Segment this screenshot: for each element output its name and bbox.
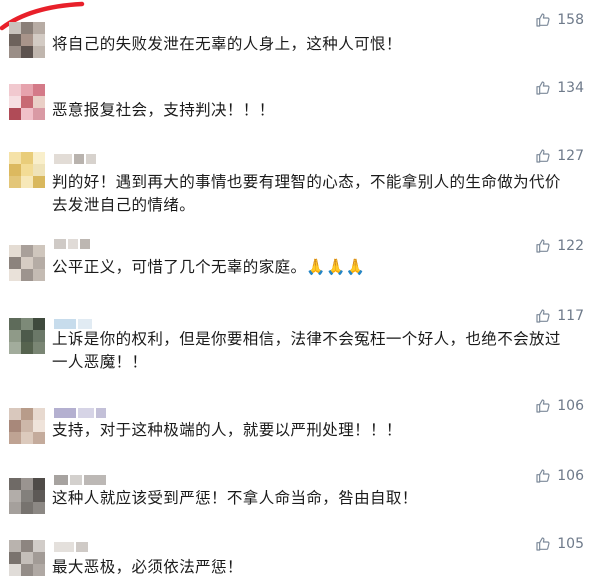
username-blurred[interactable] [54,475,106,485]
avatar[interactable] [9,318,45,354]
thumbs-up-icon [535,12,551,28]
like-button[interactable]: 122 [535,238,584,254]
like-button[interactable]: 117 [535,308,584,324]
like-button[interactable]: 106 [535,468,584,484]
comment-text: 最大恶极，必须依法严惩！ [52,558,243,576]
username-blurred[interactable] [54,154,96,164]
thumbs-up-icon [535,238,551,254]
avatar[interactable] [9,245,45,281]
comment-text: 将自己的失败发泄在无辜的人身上，这种人可恨！ [52,35,402,53]
like-button[interactable]: 105 [535,536,584,552]
like-count: 106 [557,398,584,414]
comment-text: 公平正义，可惜了几个无辜的家庭。🙏🙏🙏 [52,258,366,276]
comment-text: 判的好！遇到再大的事情也要有理智的心态，不能拿别人的生命做为代价去发泄自己的情绪… [52,173,561,214]
like-count: 122 [557,238,584,254]
like-button[interactable]: 127 [535,148,584,164]
avatar[interactable] [9,540,45,576]
username-blurred[interactable] [54,239,90,249]
username-blurred[interactable] [54,542,88,552]
thumbs-up-icon [535,80,551,96]
comment-text: 恶意报复社会，支持判决！！！ [52,101,275,119]
comment-text: 支持，对于这种极端的人，就要以严刑处理！！！ [52,421,402,439]
avatar[interactable] [9,408,45,444]
thumbs-up-icon [535,398,551,414]
like-count: 106 [557,468,584,484]
like-count: 127 [557,148,584,164]
avatar[interactable] [9,478,45,514]
thumbs-up-icon [535,536,551,552]
comment-text: 这种人就应该受到严惩！不拿人命当命，咎由自取！ [52,489,418,507]
avatar[interactable] [9,152,45,188]
thumbs-up-icon [535,148,551,164]
like-count: 105 [557,536,584,552]
comment-text: 上诉是你的权利，但是你要相信，法律不会冤枉一个好人，也绝不会放过一人恶魔！！ [52,330,561,371]
like-count: 158 [557,12,584,28]
username-blurred[interactable] [54,408,106,418]
like-count: 117 [557,308,584,324]
like-button[interactable]: 134 [535,80,584,96]
avatar[interactable] [9,22,45,58]
like-count: 134 [557,80,584,96]
like-button[interactable]: 106 [535,398,584,414]
thumbs-up-icon [535,308,551,324]
like-button[interactable]: 158 [535,12,584,28]
avatar[interactable] [9,84,45,120]
thumbs-up-icon [535,468,551,484]
